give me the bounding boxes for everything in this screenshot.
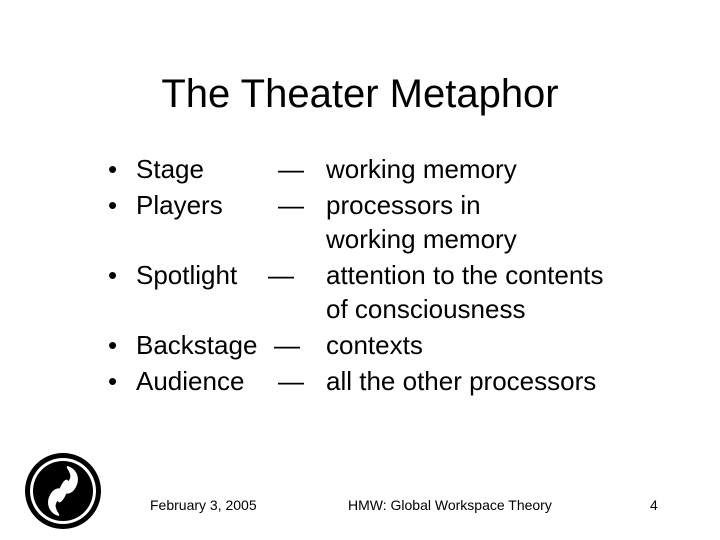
bullet-term: Audience — [136, 366, 245, 396]
definition-line: contexts — [326, 330, 423, 360]
bullet-term: Spotlight — [136, 260, 238, 290]
bullet-dot: • — [108, 154, 118, 184]
definition-line: processors in — [326, 190, 481, 220]
bullet-dot: • — [108, 330, 118, 360]
bullet-definition: working memory — [326, 152, 666, 186]
bullet-dash: — — [278, 154, 304, 184]
bullet-dash: — — [274, 330, 300, 360]
footer-date: February 3, 2005 — [150, 497, 257, 513]
page-number: 4 — [650, 497, 658, 513]
bullet-dot: • — [108, 366, 118, 396]
bullet-definition: all the other processors — [326, 364, 666, 398]
bullet-item-stage: • Stage — working memory — [108, 152, 668, 188]
bullet-list: • Stage — working memory • Players — pro… — [108, 152, 668, 400]
footer-title: HMW: Global Workspace Theory — [348, 497, 552, 513]
bullet-dash: — — [268, 260, 294, 290]
bullet-term: Players — [136, 190, 223, 220]
definition-line: all the other processors — [326, 366, 597, 396]
bullet-dot: • — [108, 190, 118, 220]
bullet-dot: • — [108, 260, 118, 290]
definition-line: working memory — [326, 224, 517, 254]
bullet-item-backstage: • Backstage — contexts — [108, 328, 668, 364]
circular-emblem-icon — [22, 450, 104, 532]
bullet-item-spotlight: • Spotlight — attention to the contents … — [108, 258, 668, 328]
bullet-term: Backstage — [136, 330, 258, 360]
bullet-definition: processors in working memory — [326, 188, 666, 256]
bullet-dash: — — [278, 190, 304, 220]
bullet-item-audience: • Audience — all the other processors — [108, 364, 668, 400]
bullet-definition: attention to the contents of consciousne… — [326, 258, 666, 326]
definition-line: working memory — [326, 154, 517, 184]
definition-line: of consciousness — [326, 294, 526, 324]
bullet-item-players: • Players — processors in working memory — [108, 188, 668, 258]
bullet-definition: contexts — [326, 328, 666, 362]
definition-line: attention to the contents — [326, 260, 604, 290]
slide: The Theater Metaphor • Stage — working m… — [0, 0, 720, 540]
bullet-term: Stage — [136, 154, 204, 184]
bullet-dash: — — [278, 366, 304, 396]
slide-title: The Theater Metaphor — [161, 72, 559, 116]
